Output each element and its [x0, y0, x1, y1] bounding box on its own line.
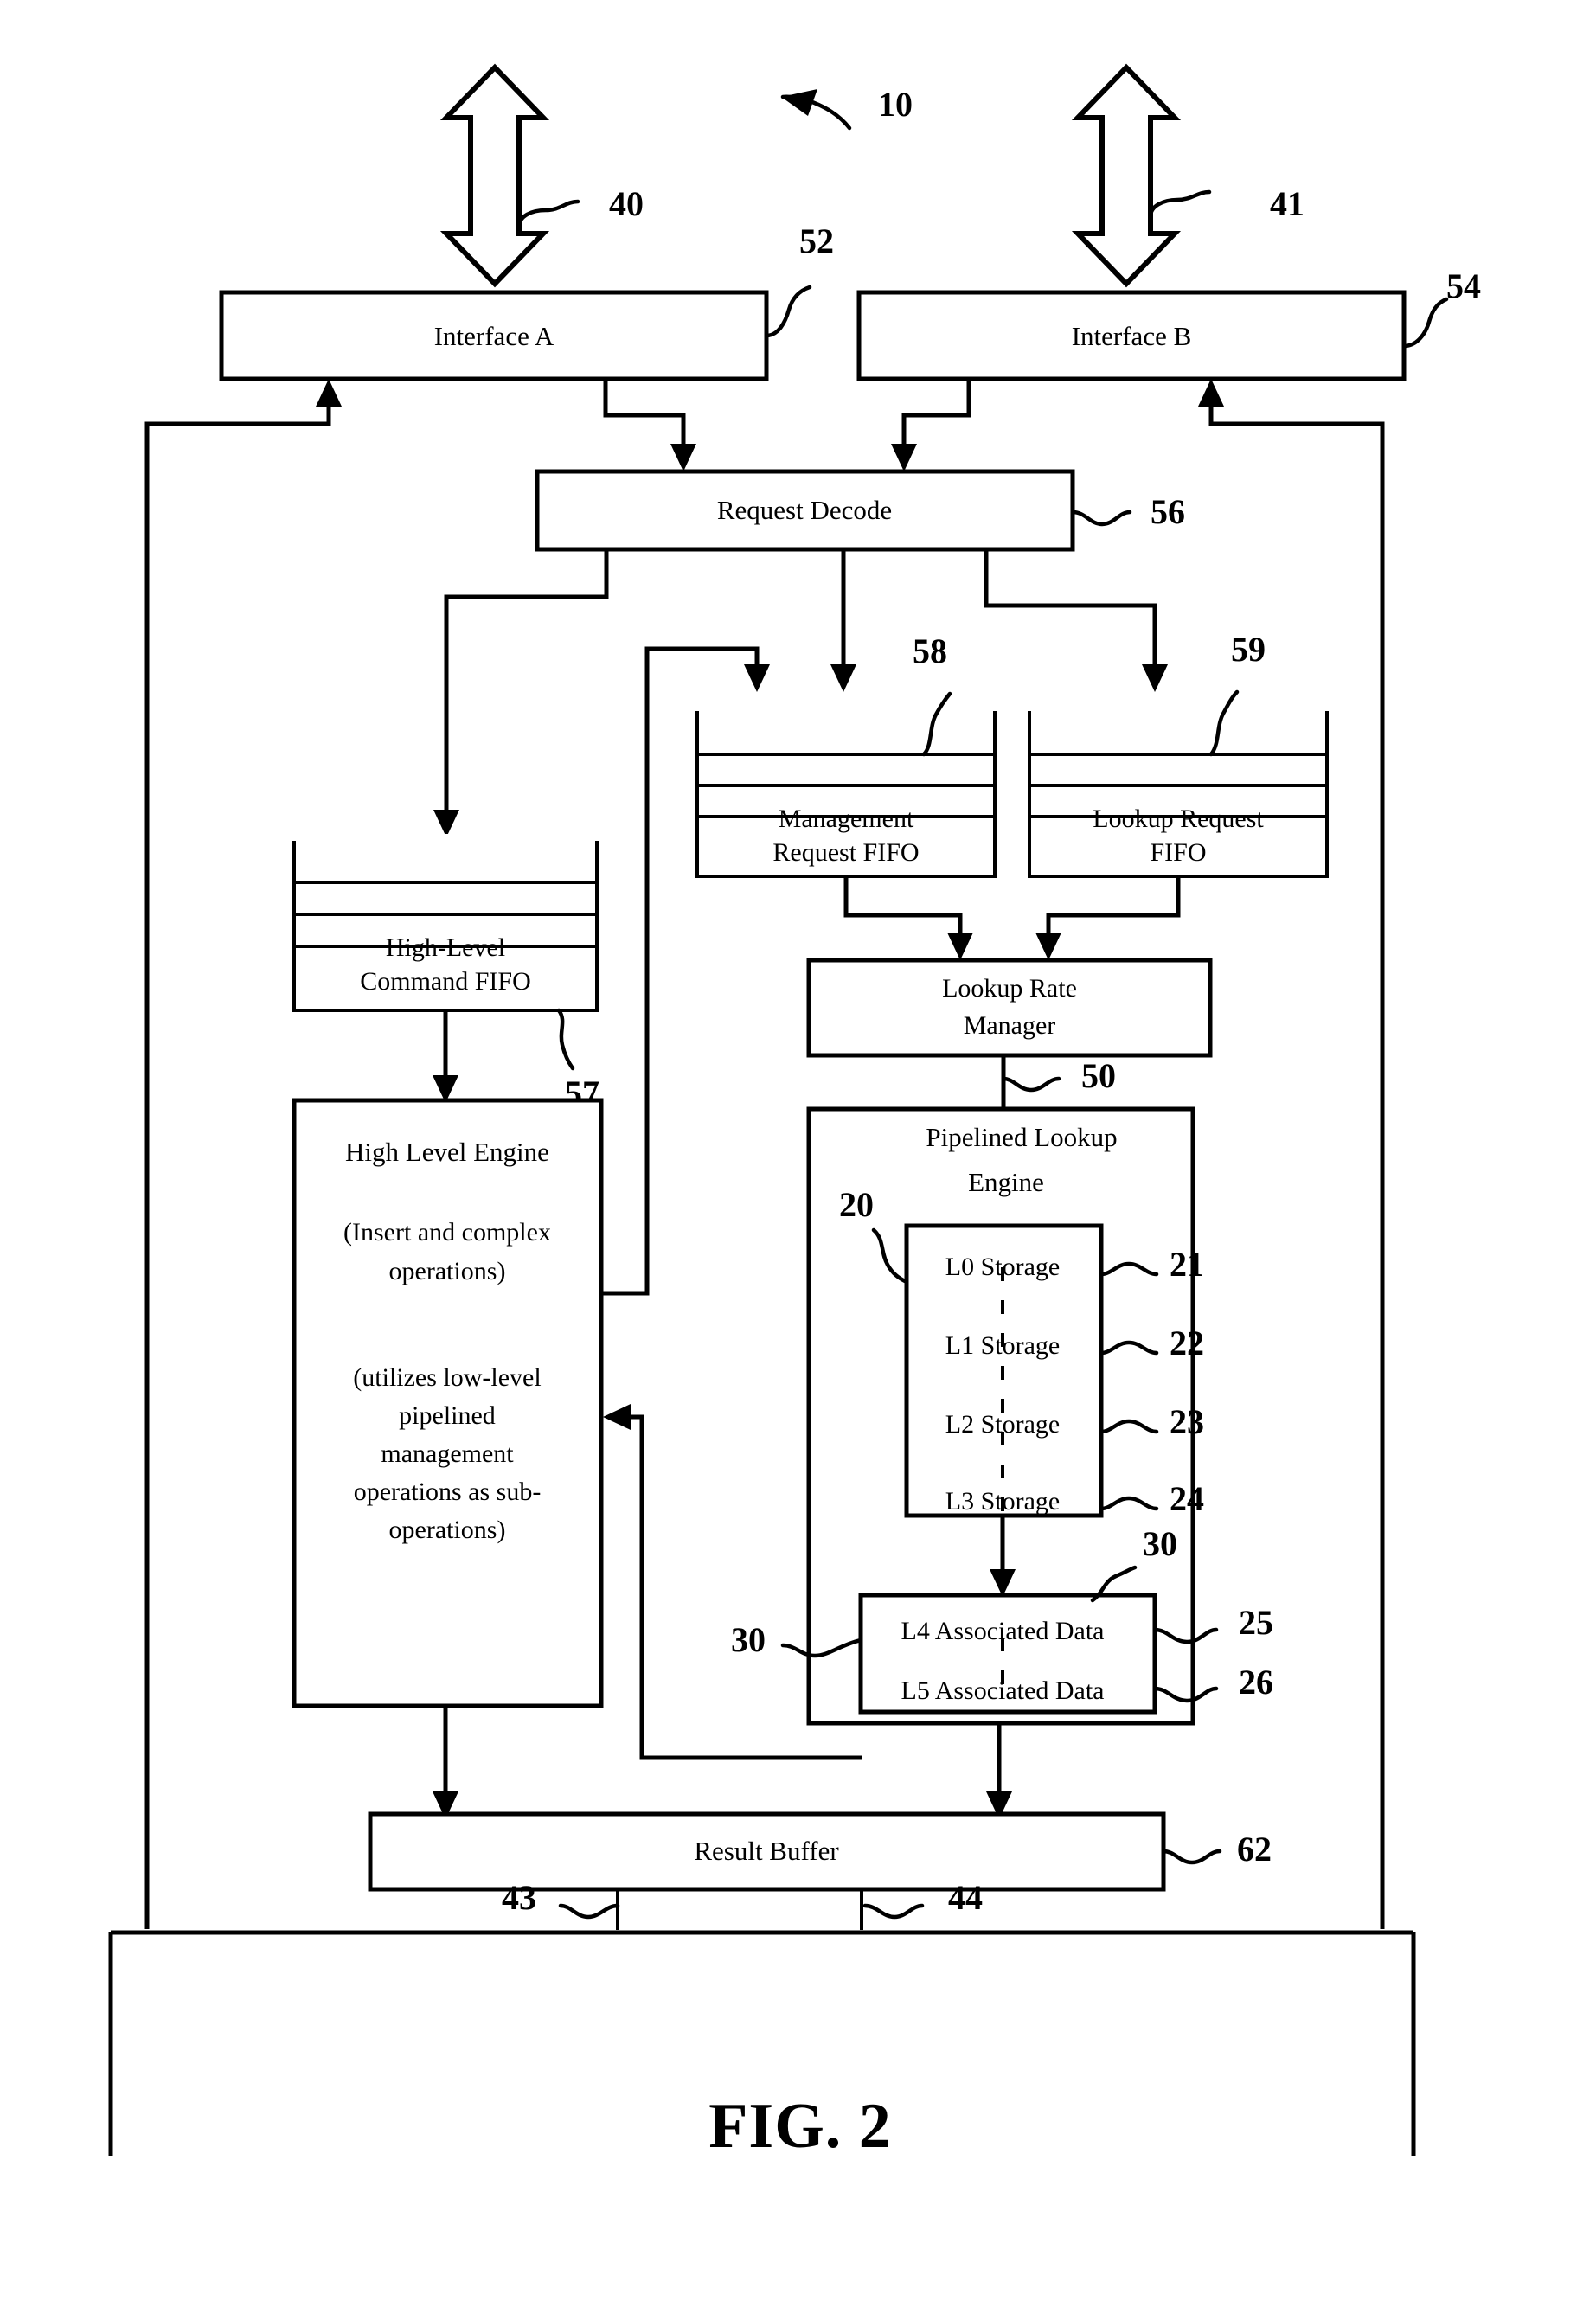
high-level-engine-note1-line2: operations) — [389, 1257, 506, 1285]
conn-fifos-to-lookup-rate-manager — [843, 876, 1181, 960]
ref-41: 41 — [1270, 184, 1304, 223]
storage-level-label-l2: L2 Storage — [945, 1410, 1060, 1439]
conn-decode-to-lookup-fifo — [984, 549, 1168, 692]
storage-level-label-l0: L0 Storage — [945, 1253, 1060, 1281]
ref-50: 50 — [1081, 1056, 1116, 1095]
high-level-engine-note2-line1: (utilizes low-level — [353, 1363, 541, 1392]
associated-data-label-l5: L5 Associated Data — [901, 1676, 1105, 1705]
management-request-fifo-label-line2: Request FIFO — [772, 838, 919, 867]
pipelined-lookup-engine-label-line1: Pipelined Lookup — [926, 1122, 1117, 1152]
figure-canvas: 10 40 41 Interface A 52 Interface B 54 R… — [108, 63, 1481, 2162]
high-level-engine-note2-line4: operations as sub- — [354, 1477, 542, 1506]
ref-54: 54 — [1446, 266, 1481, 305]
result-buffer-label: Result Buffer — [694, 1836, 839, 1866]
bus-a-double-arrow — [439, 63, 550, 288]
high-level-engine-note2-line3: management — [381, 1439, 514, 1468]
conn-interface-a-to-request-decode — [603, 379, 696, 471]
high-level-engine-title: High Level Engine — [345, 1137, 549, 1167]
high-level-command-fifo-label-line2: Command FIFO — [360, 967, 531, 996]
ref-62: 62 — [1237, 1830, 1272, 1868]
ref-22: 22 — [1170, 1324, 1204, 1362]
associated-data-label-l4: L4 Associated Data — [901, 1617, 1105, 1645]
ref-40: 40 — [609, 184, 644, 223]
bus-b-ref-leader — [1148, 189, 1212, 219]
conn-decode-to-hl-command-fifo — [433, 549, 609, 837]
ref-56: 56 — [1151, 492, 1185, 531]
high-level-engine-note1-line1: (Insert and complex — [343, 1218, 551, 1247]
ref-52: 52 — [799, 221, 834, 260]
high-level-engine-note2-line5: operations) — [389, 1516, 506, 1544]
interface-b-label: Interface B — [1072, 321, 1192, 351]
ref-10: 10 — [878, 85, 913, 124]
bus-b-double-arrow — [1071, 63, 1182, 288]
interface-a-label: Interface A — [434, 321, 554, 351]
lookup-request-fifo-label-line1: Lookup Request — [1093, 804, 1264, 833]
storage-level-label-l1: L1 Storage — [945, 1331, 1060, 1360]
lookup-rate-manager-label-line1: Lookup Rate — [942, 974, 1077, 1003]
ref-30-left: 30 — [731, 1620, 766, 1659]
lookup-request-fifo-label-line2: FIFO — [1150, 838, 1206, 867]
pipelined-lookup-engine-label-line2: Engine — [968, 1167, 1044, 1197]
hl-command-fifo-ref-leader — [556, 1008, 575, 1071]
result-buffer-ref-leader — [1161, 1849, 1222, 1865]
ref-leader-44 — [862, 1903, 925, 1920]
ref-leader-43 — [558, 1903, 620, 1920]
ref-26: 26 — [1239, 1663, 1273, 1702]
lookup-rate-manager-ref-leader — [1001, 1076, 1061, 1093]
system-ref-leader — [780, 89, 852, 131]
figure-caption: FIG. 2 — [708, 2091, 892, 2162]
ref-23: 23 — [1170, 1402, 1204, 1441]
conn-decode-to-management-fifo — [830, 549, 856, 692]
conn-interface-b-to-request-decode — [891, 379, 971, 471]
ref-21: 21 — [1170, 1245, 1204, 1284]
patent-figure-2: 10 40 41 Interface A 52 Interface B 54 R… — [0, 0, 1596, 2301]
management-request-fifo-label-line1: Management — [779, 804, 914, 833]
interface-a-ref-leader — [764, 285, 812, 338]
ref-20: 20 — [839, 1185, 874, 1224]
conn-result-to-interface-b — [1198, 379, 1385, 1929]
lookup-rate-manager-label-line2: Manager — [964, 1011, 1056, 1040]
interface-b-ref-leader — [1401, 297, 1449, 349]
ref-25: 25 — [1239, 1603, 1273, 1642]
conn-pipeline-to-result-buffer — [986, 1723, 1012, 1819]
conn-hl-fifo-to-hl-engine — [433, 1010, 458, 1103]
conn-hl-engine-to-result-buffer — [433, 1706, 458, 1819]
ref-24: 24 — [1170, 1479, 1204, 1518]
ref-59: 59 — [1231, 630, 1266, 669]
high-level-command-fifo-label-line1: High-Level — [386, 933, 505, 962]
high-level-engine-note2-line2: pipelined — [399, 1401, 496, 1430]
ref-44: 44 — [948, 1878, 983, 1917]
bus-a-ref-leader — [516, 199, 580, 229]
request-decode-label: Request Decode — [717, 495, 892, 525]
ref-43: 43 — [502, 1878, 536, 1917]
request-decode-ref-leader — [1070, 510, 1132, 527]
ref-58: 58 — [913, 631, 947, 670]
storage-level-label-l3: L3 Storage — [945, 1487, 1060, 1516]
ref-30-top: 30 — [1143, 1524, 1177, 1563]
